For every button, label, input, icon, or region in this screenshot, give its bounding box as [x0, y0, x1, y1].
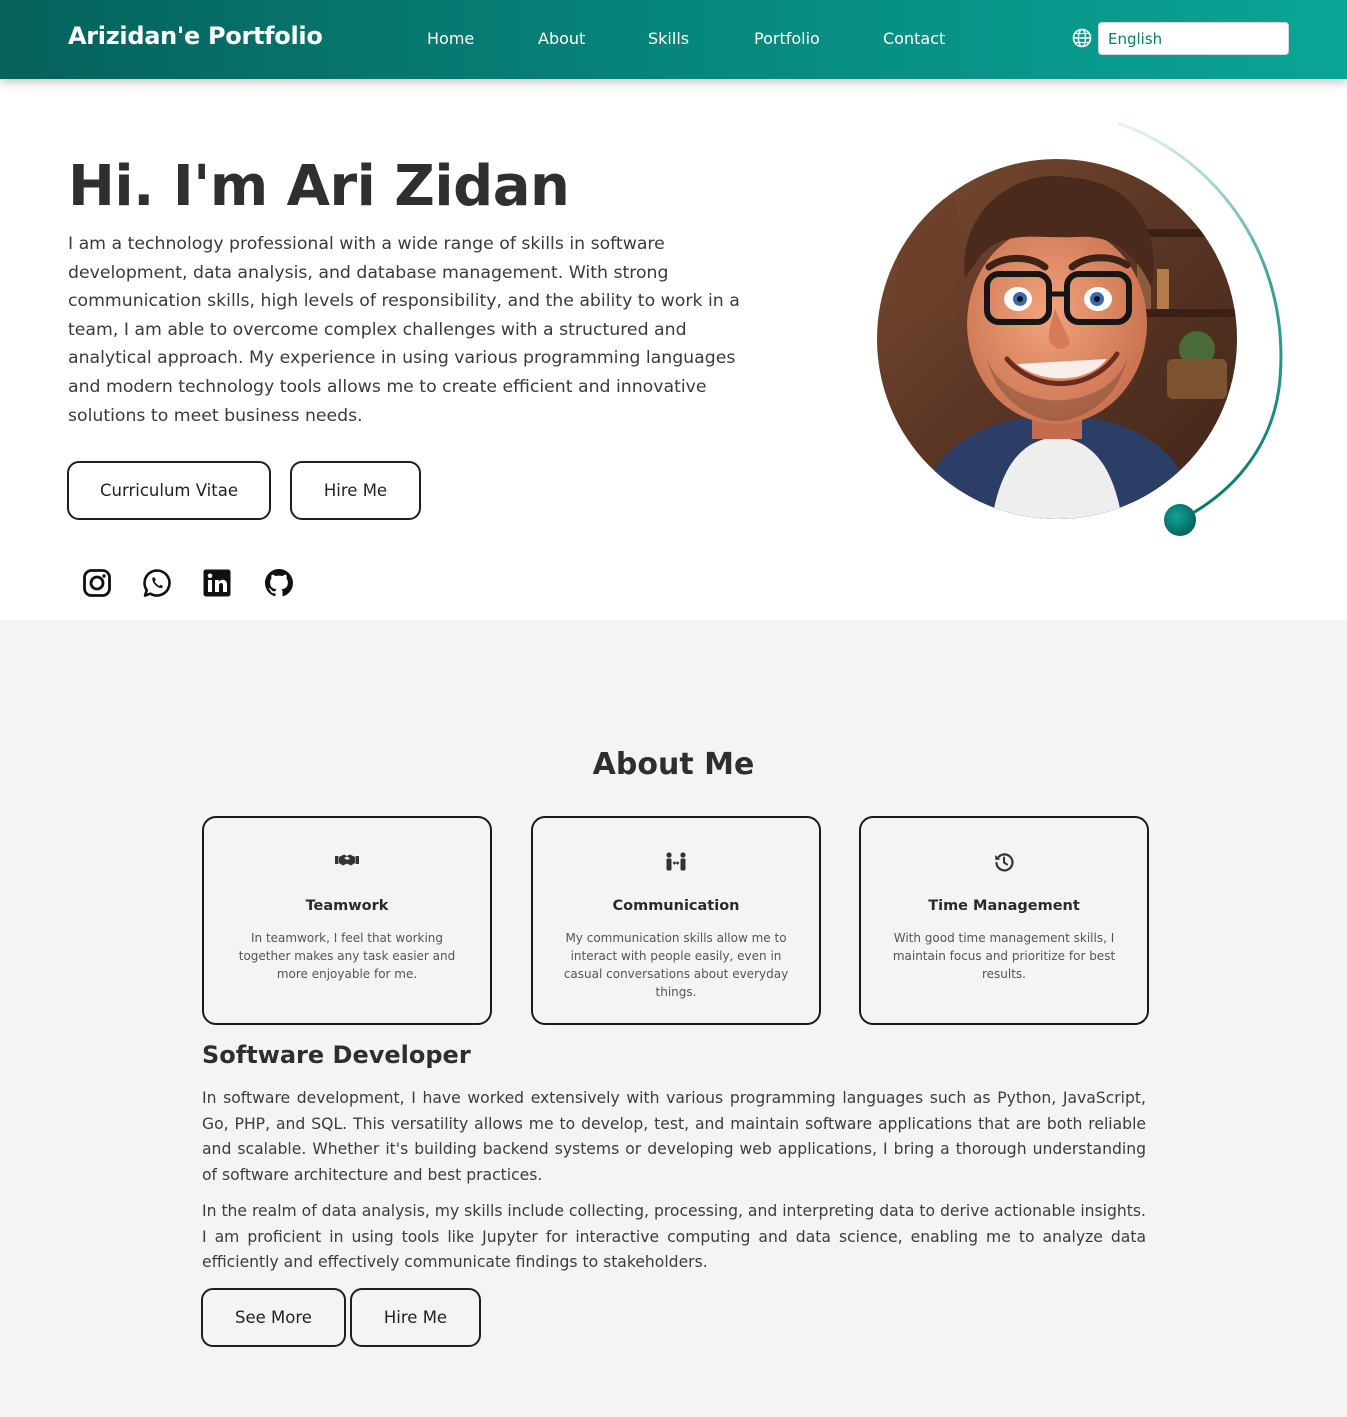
linkedin-icon[interactable]: [201, 567, 233, 599]
instagram-icon[interactable]: [81, 567, 113, 599]
communication-card: Communication My communication skills al…: [531, 816, 821, 1025]
navbar: Arizidan'e Portfolio Home About Skills P…: [0, 0, 1347, 79]
curriculum-vitae-button[interactable]: Curriculum Vitae: [67, 461, 271, 520]
teamwork-card: Teamwork In teamwork, I feel that workin…: [202, 816, 492, 1025]
nav-link-home[interactable]: Home: [427, 29, 474, 48]
see-more-button[interactable]: See More: [201, 1288, 346, 1347]
nav-link-contact[interactable]: Contact: [883, 29, 945, 48]
about-paragraph-2: In the realm of data analysis, my skills…: [202, 1202, 1146, 1271]
card-text: In teamwork, I feel that working togethe…: [238, 931, 456, 981]
globe-icon: [1072, 28, 1092, 48]
card-title: Time Management: [928, 898, 1080, 914]
card-text: With good time management skills, I main…: [892, 931, 1116, 981]
whatsapp-icon[interactable]: [141, 567, 173, 599]
hero-section: Hi. I'm Ari Zidan I am a technology prof…: [0, 79, 1347, 620]
about-section: About Me Teamwork In teamwork, I feel th…: [0, 620, 1347, 1417]
handshake-icon: [204, 852, 490, 874]
card-title: Teamwork: [305, 898, 389, 914]
about-hire-me-button[interactable]: Hire Me: [350, 1288, 481, 1347]
card-text: My communication skills allow me to inte…: [563, 931, 789, 999]
hire-me-button[interactable]: Hire Me: [290, 461, 421, 520]
time-management-card: Time Management With good time managemen…: [859, 816, 1149, 1025]
history-icon: [861, 852, 1147, 874]
about-paragraph-1: In software development, I have worked e…: [202, 1089, 1146, 1184]
software-developer-heading: Software Developer: [202, 1041, 471, 1069]
language-select[interactable]: English: [1098, 22, 1289, 55]
github-icon[interactable]: [263, 567, 295, 599]
hero-title: Hi. I'm Ari Zidan: [68, 154, 570, 219]
card-title: Communication: [612, 898, 740, 914]
hero-description: I am a technology professional with a wi…: [68, 234, 740, 426]
nav-link-portfolio[interactable]: Portfolio: [754, 29, 820, 48]
brand-logo[interactable]: Arizidan'e Portfolio: [68, 22, 323, 50]
people-arrows-icon: [533, 852, 819, 874]
nav-link-skills[interactable]: Skills: [648, 29, 689, 48]
avatar: [877, 159, 1237, 519]
about-title: About Me: [592, 747, 755, 782]
nav-link-about[interactable]: About: [538, 29, 585, 48]
